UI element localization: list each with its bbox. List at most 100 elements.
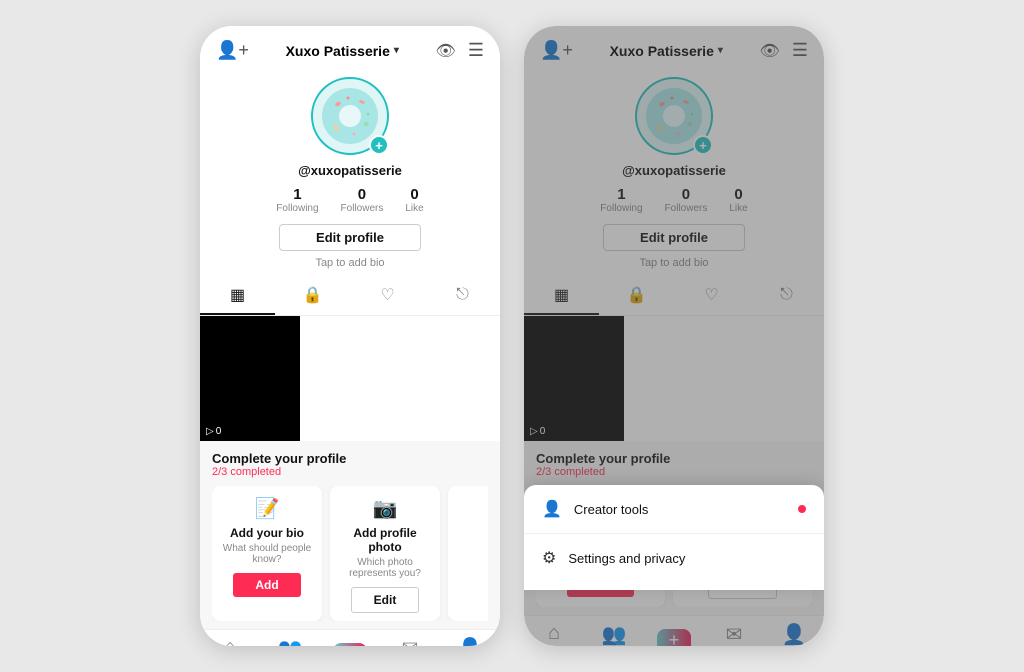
hamburger-menu-icon-right[interactable]: ☰: [792, 40, 808, 61]
play-icon-right: ▷: [530, 426, 538, 437]
video-play-info: ▷ 0: [206, 426, 221, 437]
visibility-icon[interactable]: 👁: [436, 41, 456, 61]
tab-private-right[interactable]: 🔒: [599, 277, 674, 315]
add-photo-icon-right[interactable]: +: [693, 135, 713, 155]
nav-inbox-right[interactable]: ✉ Inbox: [704, 622, 764, 646]
play-icon: ▷: [206, 426, 214, 437]
video-thumbnail[interactable]: ▷ 0: [200, 316, 300, 441]
chevron-down-icon-right: ▾: [718, 45, 723, 56]
hamburger-menu-icon[interactable]: ☰: [468, 40, 484, 61]
create-icon-right: +: [657, 629, 691, 647]
top-bar-left: 👤+ Xuxo Patisserie ▾ 👁 ☰: [200, 26, 500, 67]
likes-label-right: Like: [729, 203, 747, 214]
phone-left: 👤+ Xuxo Patisserie ▾ 👁 ☰: [200, 26, 500, 646]
complete-profile-section: Complete your profile 2/3 completed 📝 Ad…: [200, 441, 500, 629]
edit-profile-button[interactable]: Edit profile: [279, 224, 421, 251]
photo-edit-button[interactable]: Edit: [351, 587, 420, 613]
likes-label: Like: [405, 203, 423, 214]
bio-add-button[interactable]: Add: [233, 573, 300, 597]
tab-reposts[interactable]: ⎋: [425, 277, 500, 315]
nav-friends-right[interactable]: 👥 Friends: [584, 622, 644, 646]
popup-creator-tools-left: 👤 Creator tools: [542, 499, 648, 519]
nav-home-right[interactable]: ⌂ Home: [524, 622, 584, 646]
video-play-info-right: ▷ 0: [530, 426, 545, 437]
home-icon-right: ⌂: [548, 622, 560, 645]
lock-icon: 🔒: [303, 285, 323, 305]
account-switcher-right[interactable]: Xuxo Patisserie ▾: [610, 43, 723, 59]
play-count-right: 0: [540, 426, 546, 437]
complete-progress-right: 2/3 completed: [536, 466, 812, 478]
photo-card: 📷 Add profile photo Which photo represen…: [330, 486, 440, 621]
tab-liked-right[interactable]: ♡: [674, 277, 749, 315]
friends-icon: 👥: [278, 636, 303, 646]
complete-title-right: Complete your profile: [536, 451, 812, 466]
home-icon: ⌂: [224, 636, 236, 646]
following-stat-right: 1 Following: [600, 186, 642, 214]
avatar-container[interactable]: +: [311, 77, 389, 155]
followers-count-right: 0: [682, 186, 690, 203]
heart-icon-right: ♡: [704, 285, 718, 305]
tap-bio-text: Tap to add bio: [315, 257, 384, 269]
nav-friends[interactable]: 👥 Friends: [260, 636, 320, 646]
popup-menu: 👤 Creator tools ⚙ Settings and privacy: [524, 485, 824, 590]
chevron-down-icon: ▾: [394, 45, 399, 56]
content-tabs: ▦ 🔒 ♡ ⎋: [200, 277, 500, 316]
lock-icon-right: 🔒: [627, 285, 647, 305]
bio-card-desc: What should people know?: [220, 543, 314, 565]
nav-create[interactable]: +: [320, 636, 380, 646]
followers-count: 0: [358, 186, 366, 203]
video-grid-right: ▷ 0: [524, 316, 824, 441]
avatar-container-right[interactable]: +: [635, 77, 713, 155]
invite-card: 👥 Invite Who...: [448, 486, 488, 621]
add-photo-icon[interactable]: +: [369, 135, 389, 155]
top-bar-icons-right: 👁 ☰: [760, 40, 808, 61]
following-count: 1: [293, 186, 301, 203]
account-name: Xuxo Patisserie: [286, 43, 390, 59]
followers-label-right: Followers: [665, 203, 708, 214]
account-name-right: Xuxo Patisserie: [610, 43, 714, 59]
friends-icon-right: 👥: [602, 622, 627, 646]
stats-row-right: 1 Following 0 Followers 0 Like: [600, 186, 747, 214]
add-person-icon[interactable]: 👤+: [216, 40, 249, 61]
tab-videos-right[interactable]: ▦: [524, 277, 599, 315]
repost-icon: ⎋: [456, 286, 469, 304]
create-icon: +: [333, 643, 367, 647]
likes-count: 0: [410, 186, 418, 203]
username: @xuxopatisserie: [298, 163, 402, 178]
creator-tools-icon: 👤: [542, 499, 562, 519]
inbox-icon-right: ✉: [726, 622, 743, 646]
tap-bio-text-right: Tap to add bio: [639, 257, 708, 269]
stats-row: 1 Following 0 Followers 0 Like: [276, 186, 423, 214]
add-person-icon-right[interactable]: 👤+: [540, 40, 573, 61]
followers-stat-right: 0 Followers: [665, 186, 708, 214]
video-thumbnail-right[interactable]: ▷ 0: [524, 316, 624, 441]
settings-icon: ⚙: [542, 548, 556, 568]
edit-profile-button-right[interactable]: Edit profile: [603, 224, 745, 251]
nav-create-right[interactable]: +: [644, 622, 704, 646]
bio-card-icon: 📝: [255, 496, 280, 521]
profile-section-right: + @xuxopatisserie 1 Following 0 Follower…: [524, 67, 824, 277]
following-stat: 1 Following: [276, 186, 318, 214]
bottom-nav-right: ⌂ Home 👥 Friends + ✉ Inbox 👤 Profile: [524, 615, 824, 646]
account-switcher[interactable]: Xuxo Patisserie ▾: [286, 43, 399, 59]
tab-reposts-right[interactable]: ⎋: [749, 277, 824, 315]
followers-stat: 0 Followers: [341, 186, 384, 214]
profile-icon-right: 👤: [782, 622, 807, 646]
nav-home[interactable]: ⌂ Home: [200, 636, 260, 646]
nav-profile[interactable]: 👤 Profile: [440, 636, 500, 646]
tab-private[interactable]: 🔒: [275, 277, 350, 315]
visibility-icon-right[interactable]: 👁: [760, 41, 780, 61]
tab-videos[interactable]: ▦: [200, 277, 275, 315]
nav-inbox[interactable]: ✉ Inbox: [380, 636, 440, 646]
creator-tools-label: Creator tools: [574, 502, 648, 517]
popup-creator-tools[interactable]: 👤 Creator tools: [524, 485, 824, 534]
phones-container: 👤+ Xuxo Patisserie ▾ 👁 ☰: [200, 26, 824, 646]
photo-card-icon: 📷: [373, 496, 398, 521]
nav-profile-right[interactable]: 👤 Profile: [764, 622, 824, 646]
profile-icon: 👤: [458, 636, 483, 646]
popup-settings[interactable]: ⚙ Settings and privacy: [524, 534, 824, 582]
tab-liked[interactable]: ♡: [350, 277, 425, 315]
following-label: Following: [276, 203, 318, 214]
invite-card-title: Invite: [487, 526, 488, 540]
top-bar-right: 👤+ Xuxo Patisserie ▾ 👁 ☰: [524, 26, 824, 67]
